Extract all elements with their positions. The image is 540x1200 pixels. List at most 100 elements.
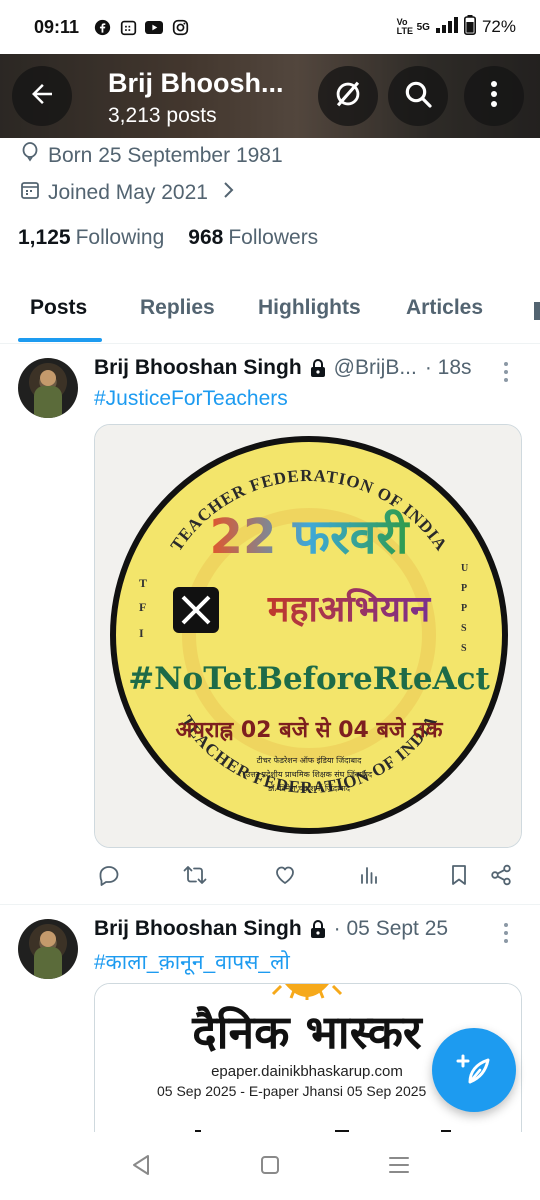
joined-row[interactable]: Joined May 2021 <box>20 180 234 206</box>
reply-button[interactable] <box>94 862 124 892</box>
bookmark-icon <box>448 863 470 892</box>
tab-posts[interactable]: Posts <box>30 296 87 320</box>
share-icon <box>489 863 513 892</box>
newspaper-edition: 05 Sep 2025 - E-paper Jhansi 05 Sep 2025 <box>157 1083 427 1099</box>
tweet-hashtag[interactable]: #JusticeForTeachers <box>94 387 288 411</box>
search-button[interactable] <box>388 66 448 126</box>
calendar-icon <box>20 180 40 206</box>
following-link[interactable]: 1,125 Following <box>18 226 164 250</box>
avatar[interactable] <box>18 358 78 418</box>
status-time: 09:11 <box>34 16 80 37</box>
tweet-header: Brij Bhooshan Singh · 05 Sept 25 <box>94 917 448 941</box>
poster-small-2: उत्तर प्रदेशीय प्राथमिक शिक्षक संघ जिंदा… <box>246 769 373 779</box>
poster-hashtag: #NoTetBeforeRteAct <box>128 661 490 697</box>
battery-level: 72% <box>481 17 516 36</box>
avatar[interactable] <box>18 919 78 979</box>
poster-small-3: डॉ. दिनेश चंद्र शर्मा जिंदाबाद <box>267 783 351 793</box>
grok-button[interactable] <box>318 66 378 126</box>
poster-right-letter: P <box>461 603 467 614</box>
following-count: 1,125 <box>18 226 71 249</box>
lock-icon <box>310 359 326 377</box>
poster-time: अपराह्न 02 बजे से 04 बजे तक <box>176 716 444 743</box>
profile-header: Brij Bhoosh... 3,213 posts <box>0 54 540 138</box>
tweet-timestamp: · 18s <box>424 356 472 379</box>
balloon-icon <box>20 142 40 170</box>
birthday-text: Born 25 September 1981 <box>48 144 283 167</box>
tweet-author-name: Brij Bhooshan Singh <box>94 917 302 940</box>
views-button[interactable] <box>354 862 384 892</box>
search-icon <box>402 78 434 115</box>
newspaper-masthead: दैनिक भास्कर <box>191 1005 424 1059</box>
poster-left-letter: T <box>139 576 147 590</box>
follow-stats: 1,125 Following 968 Followers <box>18 226 318 250</box>
newspaper-site: epaper.dainikbhaskarup.com <box>211 1063 403 1080</box>
system-recents-button[interactable] <box>384 1152 414 1182</box>
triangle-back-icon <box>131 1154 151 1181</box>
system-home-button[interactable] <box>255 1152 285 1182</box>
status-bar: 09:11 Vo LTE 5G 72% <box>0 0 540 54</box>
profile-tabs: Posts Replies Highlights Articles <box>0 282 540 344</box>
active-tab-indicator <box>18 338 102 342</box>
signal-icon <box>435 16 458 38</box>
back-arrow-icon <box>27 79 57 114</box>
volte-indicator: Vo LTE <box>396 17 413 36</box>
bookmark-button[interactable] <box>444 862 474 892</box>
tweet-actions <box>94 862 518 892</box>
chevron-right-icon <box>222 181 234 205</box>
facebook-icon <box>93 19 111 35</box>
birthday-row: Born 25 September 1981 <box>20 142 283 170</box>
tweet-timestamp: · 05 Sept 25 <box>333 917 449 940</box>
poster-left-letter: F <box>139 600 146 614</box>
menu-lines-icon <box>388 1155 410 1180</box>
poster-small-1: टीचर फेडरेशन ऑफ इंडिया जिंदाबाद <box>257 755 363 765</box>
reply-icon <box>97 863 121 892</box>
tab-articles[interactable]: Articles <box>406 296 483 320</box>
tab-overflow-hint <box>534 302 540 320</box>
compose-feather-icon <box>454 1048 494 1093</box>
tweet-author-name: Brij Bhooshan Singh <box>94 356 302 379</box>
joined-text: Joined May 2021 <box>48 181 208 204</box>
poster-left-letter: I <box>139 626 144 640</box>
compose-post-button[interactable] <box>432 1028 516 1112</box>
youtube-icon <box>145 19 164 35</box>
system-back-button[interactable] <box>126 1152 156 1182</box>
poster-campaign: महाअभियान <box>267 588 432 630</box>
followers-link[interactable]: 968 Followers <box>188 226 318 250</box>
tweet-more-button[interactable] <box>496 360 516 384</box>
back-button[interactable] <box>12 66 72 126</box>
calendar-app-icon <box>119 19 137 35</box>
battery-icon <box>463 14 476 40</box>
lock-icon <box>310 920 326 938</box>
instagram-icon <box>171 19 189 35</box>
tweet-header: Brij Bhooshan Singh @BrijB... · 18s <box>94 356 472 380</box>
header-profile-name: Brij Bhoosh... <box>108 68 284 98</box>
more-options-button[interactable] <box>464 66 524 126</box>
poster-right-letter: U <box>461 563 468 574</box>
repost-button[interactable] <box>180 862 210 892</box>
poster-right-letter: S <box>461 643 467 654</box>
tweet-hashtag[interactable]: #काला_क़ानून_वापस_लो <box>94 948 290 976</box>
tab-replies[interactable]: Replies <box>140 296 215 320</box>
poster-right-letter: S <box>461 623 467 634</box>
followers-count: 968 <box>188 226 224 249</box>
tweet[interactable]: Brij Bhooshan Singh @BrijB... · 18s #Jus… <box>0 344 540 904</box>
square-home-icon <box>260 1155 280 1180</box>
share-button[interactable] <box>486 862 516 892</box>
x-logo-icon <box>173 587 219 633</box>
heart-icon <box>273 863 297 892</box>
tweet-more-button[interactable] <box>496 921 516 945</box>
poster-date: 22 फरवरी <box>210 509 410 565</box>
followers-label: Followers <box>228 226 319 249</box>
following-label: Following <box>75 226 165 249</box>
tweet-image[interactable]: TEACHER FEDERATION OF INDIA TEACHER FEDE… <box>94 424 522 848</box>
system-nav-bar <box>0 1132 540 1200</box>
analytics-icon <box>357 863 381 892</box>
header-post-count: 3,213 posts <box>108 104 217 127</box>
tweet-author-handle: @BrijB... <box>333 356 417 379</box>
tab-highlights[interactable]: Highlights <box>258 296 361 320</box>
repost-icon <box>182 863 208 892</box>
network-type: 5G <box>416 21 430 33</box>
poster-graphic: TEACHER FEDERATION OF INDIA TEACHER FEDE… <box>95 425 521 847</box>
like-button[interactable] <box>270 862 300 892</box>
more-vertical-icon <box>489 79 499 114</box>
